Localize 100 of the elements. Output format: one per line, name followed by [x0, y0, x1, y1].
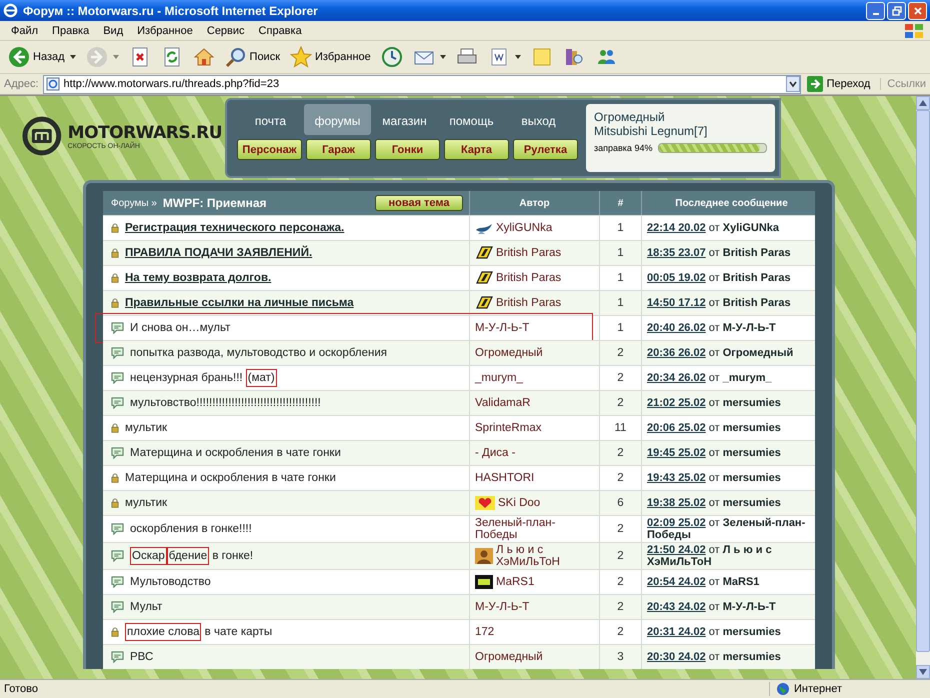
- author-name[interactable]: SKi Doo: [498, 497, 540, 509]
- toolbar-button[interactable]: Избранное: [286, 44, 375, 70]
- forum-title: MWPF: Приемная: [162, 196, 267, 210]
- last-post-text: 21:50 24.02 от Л ь ю и с ХэМиЛьТоН: [647, 544, 773, 568]
- last-post-text: 20:54 24.02 от MaRS1: [647, 576, 760, 588]
- author-name[interactable]: М-У-Л-Ь-Т: [475, 322, 530, 334]
- topic-link[interactable]: ПРАВИЛА ПОДАЧИ ЗАЯВЛЕНИЙ.: [125, 247, 312, 259]
- author-name[interactable]: MaRS1: [496, 576, 534, 588]
- nav-tab[interactable]: помощь: [438, 104, 505, 135]
- user-name: Огромедный: [594, 110, 666, 124]
- author-name[interactable]: - Диса -: [475, 447, 516, 459]
- topic-link[interactable]: Матерщина и оскробления в чате гонки: [125, 472, 336, 484]
- author-name[interactable]: ValidamaR: [475, 397, 530, 409]
- topic-link[interactable]: нецензурная брань!!! (мат): [130, 372, 277, 384]
- site-logo: MOTORWARS.RU: [68, 122, 222, 142]
- address-field[interactable]: http://www.motorwars.ru/threads.php?fid=23: [42, 74, 801, 94]
- scrollbar[interactable]: [916, 96, 930, 679]
- home-icon: [192, 46, 215, 68]
- star-icon: [290, 46, 312, 68]
- nav-tab[interactable]: магазин: [371, 104, 438, 135]
- fuel-label: заправка 94%: [594, 143, 652, 153]
- nav-tab[interactable]: почта: [237, 104, 304, 135]
- caret-icon: [112, 55, 119, 59]
- last-post-text: 00:05 19.02 от British Paras: [647, 272, 791, 284]
- topic-link[interactable]: И снова он…мульт: [130, 322, 230, 334]
- menu-item[interactable]: Файл: [4, 24, 46, 36]
- address-label: Адрес:: [4, 78, 39, 90]
- topic-link[interactable]: Мульт: [130, 601, 162, 613]
- topic-link[interactable]: попытка развода, мультоводство и оскорбления: [130, 347, 387, 359]
- menu-item[interactable]: Сервис: [200, 24, 252, 36]
- author-name[interactable]: _murym_: [475, 372, 523, 384]
- caret-icon: [70, 55, 76, 59]
- car-name: Mitsubishi Legnum[7]: [594, 124, 708, 138]
- nav-tab[interactable]: выход: [505, 104, 572, 135]
- topic-link[interactable]: оскорбления в гонке!!!!: [130, 523, 252, 535]
- author-name[interactable]: Л ь ю и с ХэМиЛьТоН: [496, 544, 594, 568]
- status-text: Готово: [4, 683, 39, 695]
- new-topic-button[interactable]: новая тема: [375, 195, 463, 211]
- menu-item[interactable]: Справка: [252, 24, 309, 36]
- restore-button[interactable]: [887, 2, 906, 20]
- author-name[interactable]: М-У-Л-Ь-Т: [475, 601, 530, 613]
- menu-item[interactable]: Вид: [96, 24, 130, 36]
- minimize-button[interactable]: [866, 2, 885, 20]
- last-post-text: 18:35 23.07 от British Paras: [647, 247, 791, 259]
- author-name[interactable]: SprinteRmax: [475, 422, 542, 434]
- minimize-icon: [872, 12, 878, 14]
- topic-link[interactable]: Регистрация технического персонажа.: [125, 222, 344, 234]
- clock-icon: [380, 46, 403, 68]
- topic-link[interactable]: мультик: [125, 422, 168, 434]
- topic-link[interactable]: Правильные ссылки на личные письма: [125, 297, 354, 309]
- restore-icon: [892, 6, 902, 16]
- menu-item[interactable]: Правка: [45, 24, 96, 36]
- last-post-text: 20:36 26.02 от Огромедный: [647, 347, 794, 359]
- menu-button[interactable]: Карта: [444, 139, 509, 160]
- caret-icon: [514, 55, 521, 59]
- logo-icon: [22, 116, 62, 156]
- security-zone: Интернет: [794, 683, 842, 695]
- last-post-text: 20:40 26.02 от М-У-Л-Ь-Т: [647, 322, 776, 334]
- last-post-text: 19:38 25.02 от mersumies: [647, 497, 781, 509]
- dropdown-icon[interactable]: [786, 76, 800, 92]
- author-name[interactable]: British Paras: [496, 272, 562, 284]
- search-icon: [224, 46, 247, 68]
- last-post-text: 21:02 25.02 от mersumies: [647, 397, 781, 409]
- page-icon: [46, 77, 60, 91]
- author-name[interactable]: 172: [475, 626, 494, 638]
- last-post-text: 20:43 24.02 от М-У-Л-Ь-Т: [647, 601, 776, 613]
- author-name[interactable]: Зеленый-план-Победы: [475, 517, 594, 541]
- close-icon: [912, 6, 922, 16]
- close-button[interactable]: [908, 2, 927, 20]
- menu-button[interactable]: Гонки: [375, 139, 440, 160]
- author-name[interactable]: British Paras: [496, 247, 562, 259]
- toolbar-button[interactable]: Поиск: [220, 44, 284, 70]
- topic-link[interactable]: На тему возврата долгов.: [125, 272, 272, 284]
- go-button[interactable]: Переход: [804, 76, 876, 92]
- author-name[interactable]: XyliGUNka: [496, 222, 552, 234]
- author-name[interactable]: HASHTORI: [475, 472, 534, 484]
- reply-count: 3: [599, 645, 641, 669]
- last-post-text: 19:43 25.02 от mersumies: [647, 472, 781, 484]
- last-post-text: 19:45 25.02 от mersumies: [647, 447, 781, 459]
- scroll-down-icon[interactable]: [919, 669, 927, 675]
- browser-icon: [3, 3, 18, 18]
- toolbar-button[interactable]: Назад: [4, 44, 80, 70]
- last-post-text: 22:14 20.02 от XyliGUNka: [647, 222, 779, 234]
- author-name[interactable]: Огромедный: [475, 347, 543, 359]
- author-name[interactable]: Огромедный: [475, 651, 543, 663]
- author-name[interactable]: British Paras: [496, 297, 562, 309]
- breadcrumb-link[interactable]: Форумы »: [111, 198, 157, 208]
- menu-item[interactable]: Избранное: [130, 24, 200, 36]
- topic-link[interactable]: Мультоводство: [130, 576, 211, 588]
- last-post-text: 20:34 26.02 от _murym_: [647, 372, 772, 384]
- topic-link[interactable]: Матерщина и оскробления в чате гонки: [130, 447, 341, 459]
- last-post-text: 14:50 17.12 от British Paras: [647, 297, 791, 309]
- menu-button[interactable]: Рулетка: [513, 139, 578, 160]
- topic-link[interactable]: РВС: [130, 651, 154, 663]
- menu-button[interactable]: Гараж: [306, 139, 371, 160]
- topic-link[interactable]: мультик: [125, 497, 168, 509]
- scroll-up-icon[interactable]: [919, 100, 927, 106]
- window-title: Форум :: Motorwars.ru - Microsoft Internet Explorer: [23, 4, 319, 18]
- menu-button[interactable]: Персонаж: [237, 139, 302, 160]
- topic-link[interactable]: мультовство!!!!!!!!!!!!!!!!!!!!!!!!!!!!!!!!!!!!!!!: [130, 397, 321, 409]
